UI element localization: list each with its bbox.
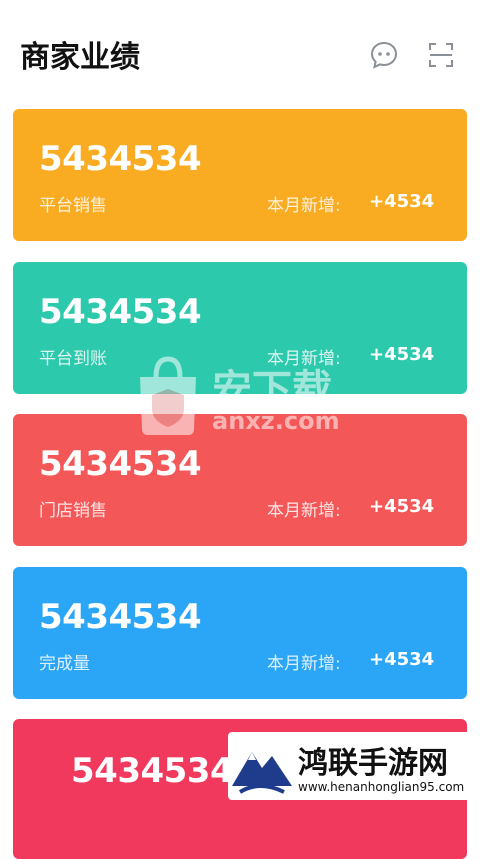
card-value: 5434534 bbox=[39, 292, 202, 332]
month-new-label: 本月新增: bbox=[267, 654, 341, 674]
card-label: 平台到账 bbox=[39, 349, 107, 369]
promo-title: 鸿联手游网 bbox=[298, 746, 448, 781]
watermark-subtext: anxz.com bbox=[212, 407, 340, 435]
card-label: 完成量 bbox=[39, 654, 90, 674]
card-value: 5434534 bbox=[39, 444, 202, 484]
card-label: 平台销售 bbox=[39, 196, 107, 216]
month-new-value: +4534 bbox=[369, 344, 435, 365]
month-new-value: +4534 bbox=[369, 649, 435, 670]
month-new-value: +4534 bbox=[369, 496, 435, 517]
month-new-value: +4534 bbox=[369, 191, 435, 212]
card-completed[interactable]: 5434534 完成量 本月新增: +4534 bbox=[13, 567, 467, 699]
card-value: 5434534 bbox=[71, 751, 234, 791]
scan-button[interactable] bbox=[426, 40, 456, 70]
mountain-logo-icon bbox=[230, 734, 294, 798]
chat-button[interactable] bbox=[369, 40, 399, 70]
shield-bag-icon bbox=[140, 356, 196, 435]
month-new-label: 本月新增: bbox=[267, 501, 341, 521]
promo-banner[interactable]: 鸿联手游网 www.henanhonglian95.com bbox=[228, 732, 480, 800]
page-title: 商家业绩 bbox=[20, 40, 140, 75]
chat-icon bbox=[370, 41, 398, 69]
card-platform-sales[interactable]: 5434534 平台销售 本月新增: +4534 bbox=[13, 109, 467, 241]
scan-icon bbox=[429, 43, 453, 67]
watermark: 安下载 anxz.com bbox=[132, 355, 372, 440]
card-label: 门店销售 bbox=[39, 501, 107, 521]
card-value: 5434534 bbox=[39, 139, 202, 179]
card-value: 5434534 bbox=[39, 597, 202, 637]
month-new-label: 本月新增: bbox=[267, 196, 341, 216]
promo-url: www.henanhonglian95.com bbox=[298, 780, 465, 794]
app-header: 商家业绩 bbox=[0, 0, 480, 100]
